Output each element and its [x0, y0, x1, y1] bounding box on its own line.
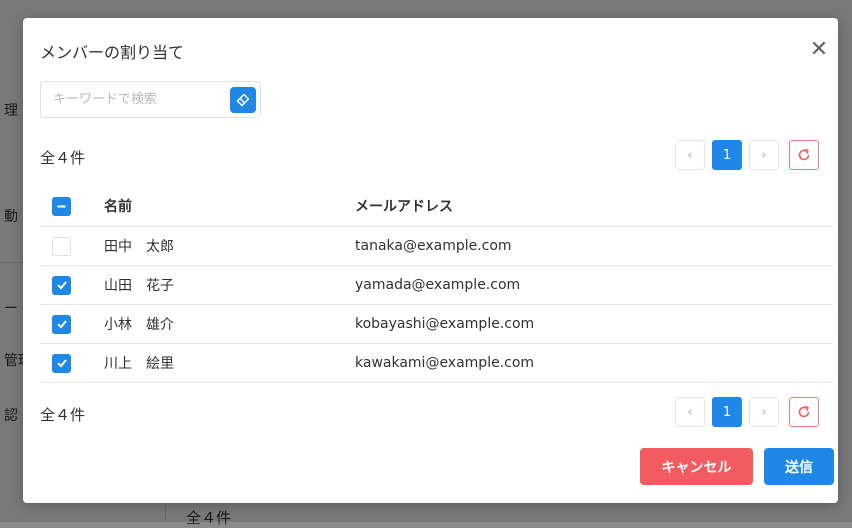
member-name: 田中 太郎 — [104, 239, 174, 255]
total-count-bottom: 全４件 — [40, 406, 86, 424]
member-email: tanaka@example.com — [355, 238, 512, 254]
submit-button[interactable]: 送信 — [764, 448, 834, 485]
row-checkbox[interactable] — [52, 275, 71, 295]
search-field — [40, 81, 261, 118]
pagination-top: ‹ 1 › — [675, 140, 819, 170]
row-checkbox[interactable] — [52, 236, 71, 256]
prev-page-button[interactable]: ‹ — [675, 140, 705, 170]
member-name: 小林 雄介 — [104, 317, 174, 333]
row-checkbox[interactable] — [52, 353, 71, 373]
table-row[interactable]: 川上 絵里 kawakami@example.com — [40, 344, 833, 383]
member-name: 山田 花子 — [104, 278, 174, 294]
table-row[interactable]: 田中 太郎 tanaka@example.com — [40, 227, 833, 266]
member-assign-dialog: メンバーの割り当て ✕ 全４件 ‹ 1 › — [23, 18, 838, 503]
pagination-bottom: ‹ 1 › — [675, 397, 819, 427]
cancel-button[interactable]: キャンセル — [640, 448, 753, 485]
select-all-checkbox[interactable] — [52, 196, 71, 216]
member-table: 名前 メールアドレス 田中 太郎 tanaka@example.com 山田 花… — [40, 186, 833, 383]
check-icon — [56, 281, 67, 290]
member-email: yamada@example.com — [355, 277, 521, 293]
member-name: 川上 絵里 — [104, 356, 174, 372]
page-number-current[interactable]: 1 — [712, 140, 742, 170]
refresh-icon — [798, 148, 810, 161]
page-number-current[interactable]: 1 — [712, 397, 742, 427]
member-email: kobayashi@example.com — [355, 316, 535, 332]
eraser-icon — [236, 93, 250, 107]
total-count-top: 全４件 — [40, 149, 86, 167]
table-row[interactable]: 小林 雄介 kobayashi@example.com — [40, 305, 833, 344]
eraser-button[interactable] — [230, 87, 256, 113]
column-header-email: メールアドレス — [355, 199, 453, 215]
next-page-button[interactable]: › — [749, 397, 779, 427]
refresh-button[interactable] — [789, 140, 819, 170]
prev-page-button[interactable]: ‹ — [675, 397, 705, 427]
table-row[interactable]: 山田 花子 yamada@example.com — [40, 266, 833, 305]
table-header-row: 名前 メールアドレス — [40, 186, 833, 227]
check-icon — [56, 320, 67, 329]
close-icon[interactable]: ✕ — [806, 37, 832, 63]
next-page-button[interactable]: › — [749, 140, 779, 170]
column-header-name: 名前 — [104, 199, 132, 215]
minus-icon — [57, 205, 66, 207]
member-email: kawakami@example.com — [355, 355, 535, 371]
check-icon — [56, 359, 67, 368]
refresh-button[interactable] — [789, 397, 819, 427]
search-input[interactable] — [41, 82, 227, 117]
refresh-icon — [798, 405, 810, 418]
dialog-title: メンバーの割り当て — [40, 43, 185, 62]
row-checkbox[interactable] — [52, 314, 71, 334]
